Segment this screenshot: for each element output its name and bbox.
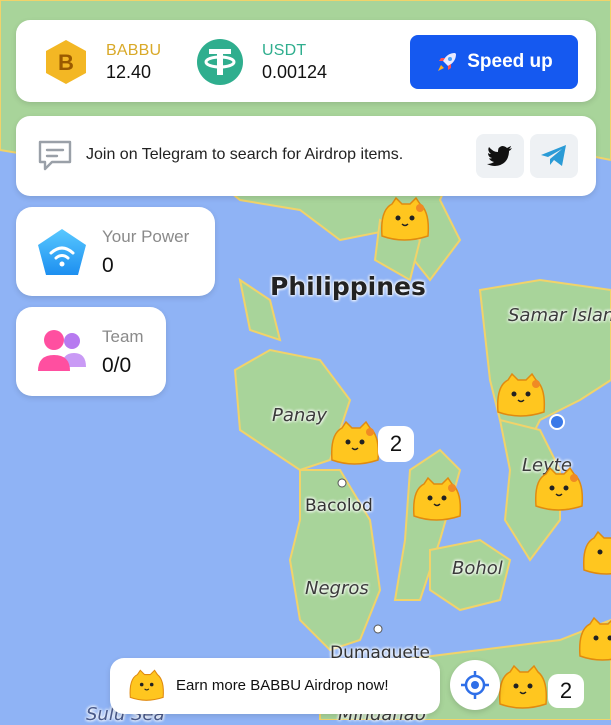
speed-up-label: Speed up	[467, 51, 553, 73]
telegram-button[interactable]	[530, 134, 578, 178]
team-card[interactable]: Team 0/0	[16, 307, 166, 396]
babbu-marker[interactable]	[530, 466, 586, 514]
babbu-coin-icon: B	[42, 38, 90, 86]
babbu-amount: 12.40	[106, 62, 161, 83]
babbu-marker[interactable]	[494, 664, 550, 712]
babbu-mascot-icon	[126, 668, 166, 704]
svg-text:B: B	[58, 50, 74, 75]
locate-button[interactable]	[450, 660, 500, 710]
chat-bubble-icon	[36, 138, 74, 174]
team-icon	[36, 325, 88, 377]
babbu-marker[interactable]	[326, 420, 382, 468]
locate-icon	[459, 669, 491, 701]
twitter-button[interactable]	[476, 134, 524, 178]
speed-up-button[interactable]: Speed up	[410, 35, 578, 89]
babbu-marker[interactable]	[574, 616, 611, 664]
power-value: 0	[102, 254, 114, 278]
map-label-panay: Panay	[272, 405, 327, 426]
usdt-amount: 0.00124	[262, 62, 327, 83]
earn-banner-text: Earn more BABBU Airdrop now!	[176, 677, 389, 694]
usdt-coin-icon	[196, 38, 244, 86]
map-label-negros: Negros	[305, 578, 369, 599]
babbu-marker[interactable]	[408, 476, 464, 524]
usdt-symbol: USDT	[262, 42, 327, 60]
babbu-symbol: BABBU	[106, 42, 161, 60]
power-label: Your Power	[102, 227, 189, 247]
twitter-icon	[487, 145, 513, 167]
wifi-shield-icon	[36, 227, 88, 277]
cluster-count[interactable]: 2	[548, 674, 584, 708]
telegram-icon	[540, 144, 568, 168]
usdt-balance: USDT 0.00124	[196, 38, 327, 86]
earn-banner[interactable]: Earn more BABBU Airdrop now!	[110, 658, 440, 714]
telegram-banner-text: Join on Telegram to search for Airdrop i…	[86, 146, 403, 164]
map-label-bohol: Bohol	[452, 558, 503, 579]
babbu-marker[interactable]	[578, 530, 611, 578]
balance-card: B BABBU 12.40 USDT 0.00124 Speed up	[16, 20, 596, 102]
telegram-banner[interactable]: Join on Telegram to search for Airdrop i…	[16, 116, 596, 196]
power-card[interactable]: Your Power 0	[16, 207, 215, 296]
map-label-philippines: Philippines	[270, 272, 426, 301]
map-label-samar: Samar Island	[508, 305, 611, 326]
babbu-balance: B BABBU 12.40	[42, 38, 161, 86]
cluster-count[interactable]: 2	[378, 426, 414, 462]
team-label: Team	[102, 327, 144, 347]
map-label-bacolod: Bacolod	[305, 496, 373, 516]
babbu-marker[interactable]	[492, 372, 548, 420]
team-value: 0/0	[102, 354, 131, 378]
rocket-icon	[435, 50, 459, 74]
babbu-marker[interactable]	[376, 196, 432, 244]
